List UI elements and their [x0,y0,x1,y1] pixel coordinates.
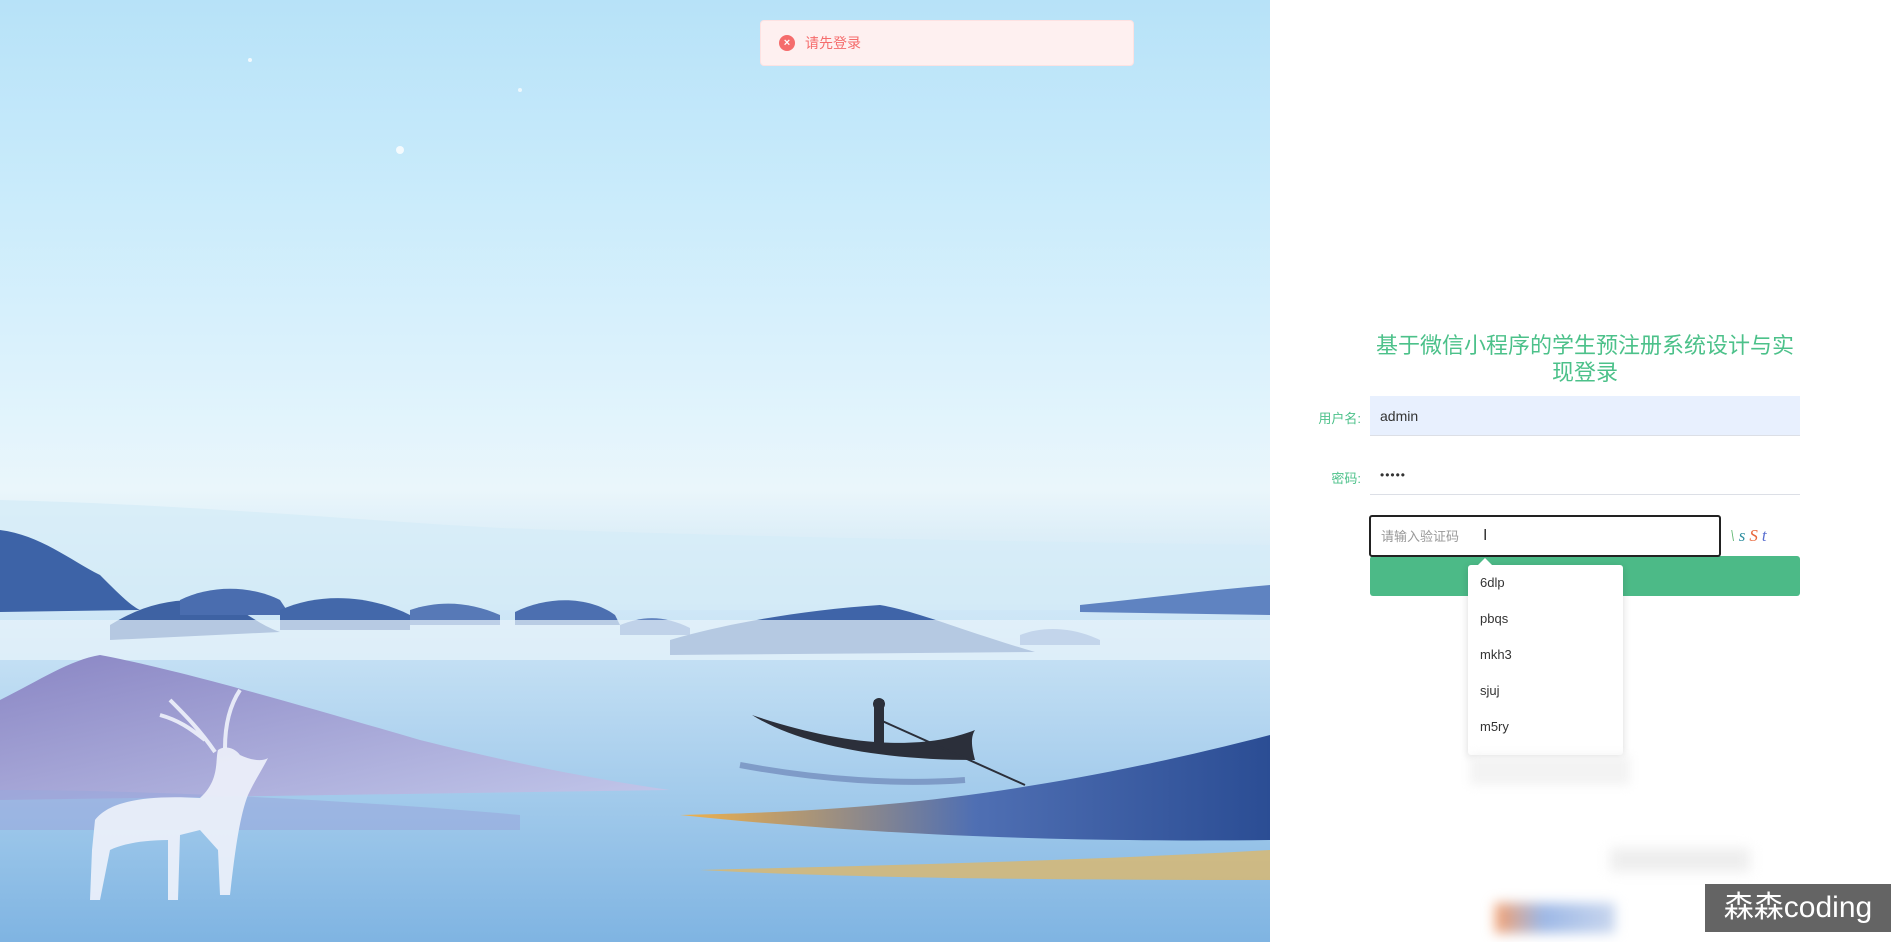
landscape-illustration [0,58,1270,942]
blurred-area [1470,755,1630,785]
autocomplete-item[interactable]: pbqs [1468,601,1623,637]
username-value: admin [1380,407,1419,424]
captcha-field[interactable]: I [1369,515,1721,557]
captcha-char: \ [1730,526,1735,545]
toast-message: 请先登录 [805,35,861,51]
captcha-char: t [1761,526,1767,545]
password-field[interactable]: ••••• [1370,455,1800,495]
background-scene [0,0,1270,942]
autocomplete-item[interactable]: mkh3 [1468,637,1623,673]
close-circle-icon: × [779,35,795,51]
watermark: 森森coding [1705,884,1891,932]
username-label: 用户名: [1318,411,1361,426]
password-value: ••••• [1380,467,1407,482]
autocomplete-item[interactable]: m5ry [1468,709,1623,745]
autocomplete-item[interactable]: 6dlp [1468,565,1623,601]
captcha-char: s [1738,526,1746,545]
autocomplete-dropdown: 6dlp pbqs mkh3 sjuj m5ry [1468,558,1623,755]
password-label: 密码: [1331,471,1361,486]
blurred-area [1495,903,1615,933]
captcha-image[interactable]: \ s S t [1730,524,1790,548]
blurred-area [1610,848,1750,872]
captcha-input[interactable] [1381,528,1481,544]
autocomplete-item[interactable]: sjuj [1468,673,1623,709]
login-title: 基于微信小程序的学生预注册系统设计与实现登录 [1375,333,1794,385]
captcha-char: S [1749,526,1758,545]
error-toast: × 请先登录 [760,20,1134,66]
username-field[interactable]: admin [1370,396,1800,436]
text-cursor-icon: I [1483,527,1488,544]
